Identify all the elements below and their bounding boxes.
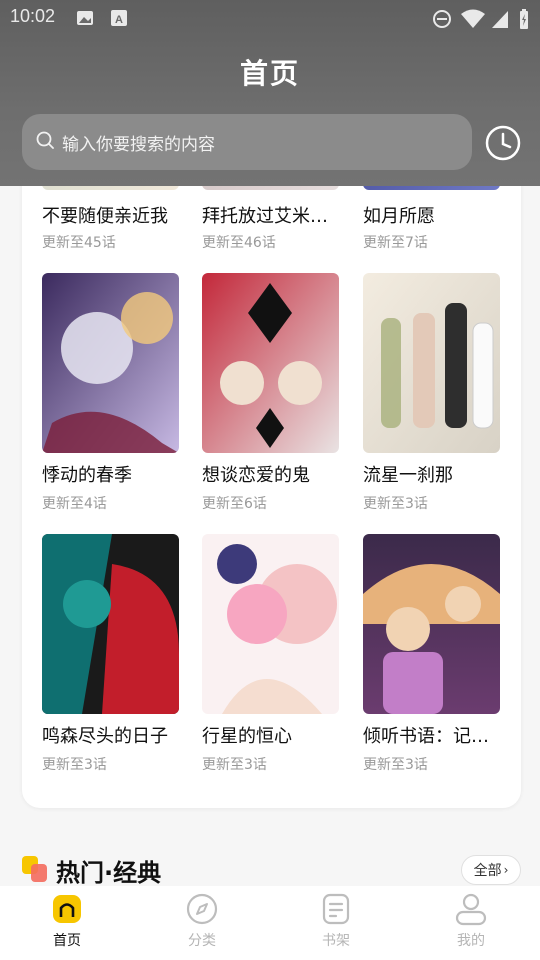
manga-update: 更新至3话 xyxy=(202,757,267,773)
manga-title[interactable]: 想谈恋爱的鬼 xyxy=(202,461,342,487)
manga-cover[interactable] xyxy=(202,273,339,453)
history-clock-icon[interactable] xyxy=(484,124,522,162)
svg-text:A: A xyxy=(115,14,123,26)
manga-title[interactable]: 如月所愿 xyxy=(363,202,503,228)
manga-cover[interactable] xyxy=(363,534,500,714)
nav-profile[interactable]: 我的 xyxy=(431,892,511,950)
view-all-button[interactable]: 全部 › xyxy=(461,855,521,885)
nav-home[interactable]: 首页 xyxy=(27,892,107,950)
section-logo-icon xyxy=(22,854,52,884)
manga-update: 更新至45话 xyxy=(42,235,116,251)
manga-update: 更新至6话 xyxy=(202,496,267,512)
bottom-nav: 首页 分类 书架 我的 xyxy=(0,886,540,960)
manga-update: 更新至3话 xyxy=(42,757,107,773)
page-title: 首页 xyxy=(239,57,300,90)
bookshelf-icon xyxy=(319,892,353,926)
image-icon xyxy=(76,9,94,31)
manga-title[interactable]: 流星一刹那 xyxy=(363,461,503,487)
compass-icon xyxy=(185,892,219,926)
manga-cover[interactable] xyxy=(202,534,339,714)
search-input[interactable]: 输入你要搜索的内容 xyxy=(62,130,215,155)
signal-icon xyxy=(490,9,510,33)
nav-label: 首页 xyxy=(53,933,81,949)
manga-grid-card: 不要随便亲近我 更新至45话 拜托放过艾米… 更新至46话 如月所愿 更新至7话… xyxy=(22,10,521,808)
view-all-label: 全部 xyxy=(473,863,502,879)
manga-update: 更新至7话 xyxy=(363,235,428,251)
manga-title[interactable]: 行星的恒心 xyxy=(202,722,342,748)
font-icon: A xyxy=(110,9,128,31)
manga-update: 更新至46话 xyxy=(202,235,276,251)
nav-label: 分类 xyxy=(188,933,216,949)
status-bar: 10:02 A xyxy=(0,0,540,36)
wifi-icon xyxy=(460,9,486,33)
manga-update: 更新至3话 xyxy=(363,757,428,773)
manga-title[interactable]: 拜托放过艾米… xyxy=(202,202,342,228)
search-icon xyxy=(36,131,54,153)
top-header: 10:02 A 首页 输入你要搜索的内容 xyxy=(0,0,540,186)
section-title: 热门·经典 xyxy=(56,858,162,887)
manga-title[interactable]: 倾听书语：记… xyxy=(363,722,503,748)
home-icon xyxy=(50,892,84,926)
manga-title[interactable]: 不要随便亲近我 xyxy=(42,202,182,228)
do-not-disturb-icon xyxy=(432,9,452,33)
nav-bookshelf[interactable]: 书架 xyxy=(296,892,376,950)
manga-title[interactable]: 鸣森尽头的日子 xyxy=(42,722,182,748)
manga-cover[interactable] xyxy=(42,534,179,714)
manga-title[interactable]: 悸动的春季 xyxy=(42,461,182,487)
section-header: 热门·经典 xyxy=(22,852,161,888)
nav-label: 我的 xyxy=(457,933,485,949)
chevron-right-icon: › xyxy=(503,863,509,877)
status-time: 10:02 xyxy=(10,6,56,26)
battery-icon xyxy=(518,9,530,35)
manga-update: 更新至3话 xyxy=(363,496,428,512)
search-bar[interactable]: 输入你要搜索的内容 xyxy=(22,114,472,170)
nav-label: 书架 xyxy=(322,933,350,949)
nav-category[interactable]: 分类 xyxy=(162,892,242,950)
manga-cover[interactable] xyxy=(42,273,179,453)
manga-cover[interactable] xyxy=(363,273,500,453)
manga-update: 更新至4话 xyxy=(42,496,107,512)
profile-icon xyxy=(454,892,488,926)
